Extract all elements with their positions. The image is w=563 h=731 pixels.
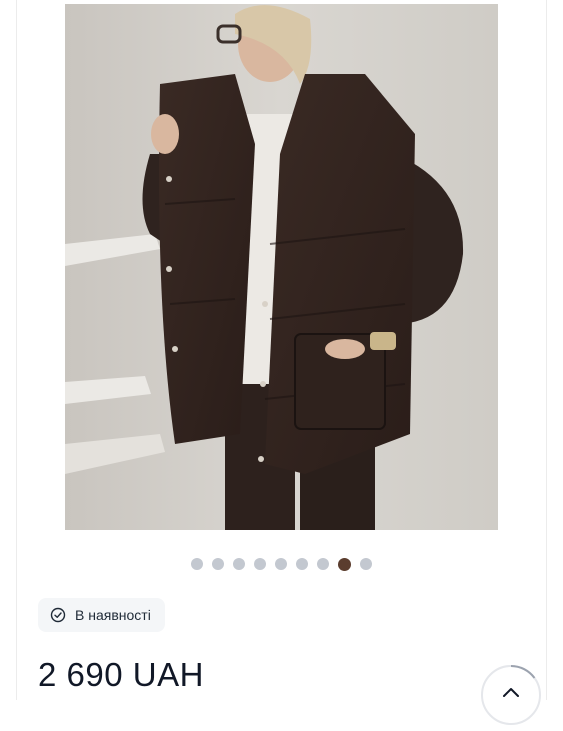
gallery-pagination [0,557,563,571]
product-photo[interactable] [65,4,498,530]
gallery-dot[interactable] [212,558,224,570]
gallery-dot[interactable] [338,557,351,571]
availability-badge: В наявності [38,598,165,632]
scroll-progress-ring [481,665,541,725]
scroll-to-top-button[interactable] [480,664,542,726]
gallery-dot[interactable] [317,558,329,570]
gallery-dot[interactable] [233,558,245,570]
gallery-dot[interactable] [191,558,203,570]
product-photo-illustration [65,4,498,530]
availability-label: В наявності [75,607,151,623]
check-circle-icon [50,607,66,623]
gallery-dot[interactable] [360,558,372,570]
gallery-dot[interactable] [296,558,308,570]
product-price: 2 690 UAH [38,656,204,693]
gallery-dot[interactable] [275,558,287,570]
gallery-dot[interactable] [254,558,266,570]
